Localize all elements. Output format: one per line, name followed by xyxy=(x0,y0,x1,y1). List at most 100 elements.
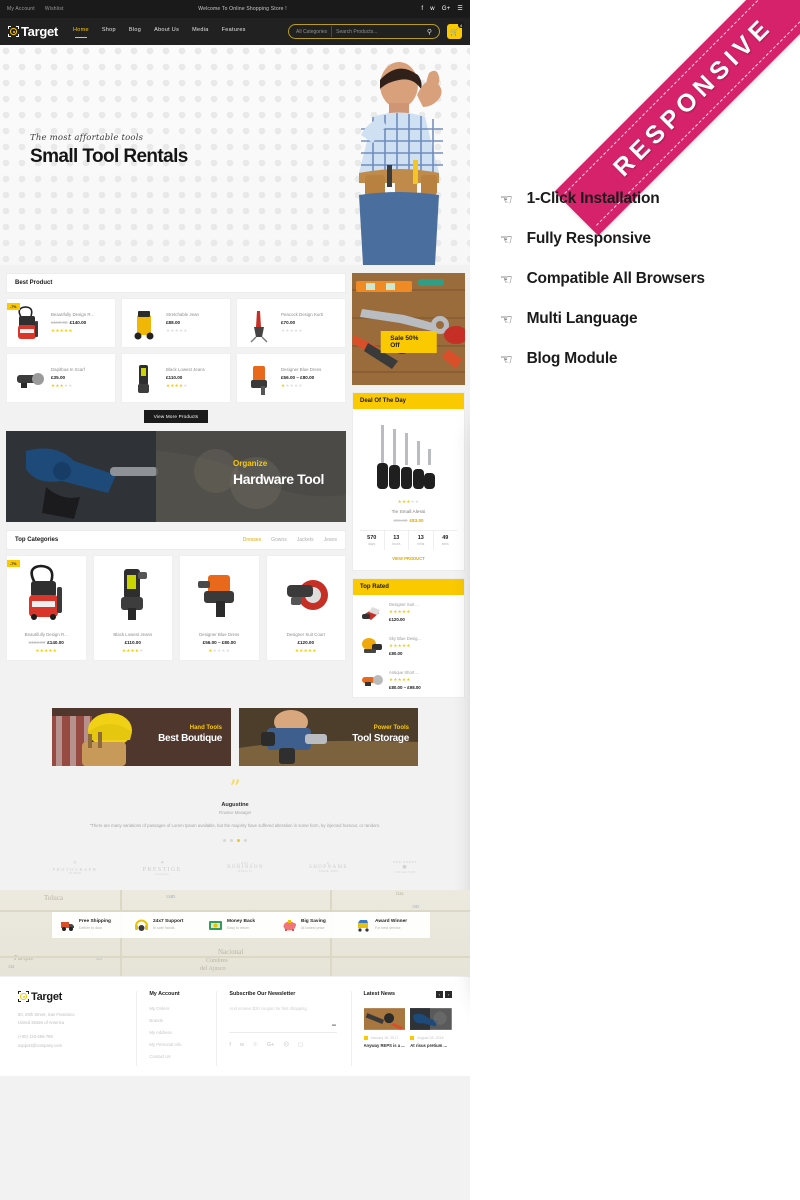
nav-item-blog[interactable]: Blog xyxy=(129,27,141,36)
product-name[interactable]: Antique Short ... xyxy=(389,670,457,675)
view-product-link[interactable]: VIEW PRODUCT xyxy=(360,556,457,561)
product-card[interactable]: -7% Beautifully Design R... £150.00 £140.… xyxy=(6,298,116,348)
discount-badge: -7% xyxy=(7,560,21,567)
news-title[interactable]: Anyway REPS is a ... xyxy=(364,1043,406,1048)
product-card[interactable]: Black Lowest Jeans £110.00 ★★★★★ xyxy=(121,353,231,403)
testimonial-pagination[interactable] xyxy=(60,838,410,842)
product-name[interactable]: Black Lowest Jeans xyxy=(166,367,226,372)
tab-gowns[interactable]: Gowns xyxy=(271,537,287,543)
news-title[interactable]: At risus pretium ... xyxy=(410,1043,452,1048)
product-card[interactable]: Dapitbua In Scarf £35.00 ★★★★★ xyxy=(6,353,116,403)
sale-banner[interactable]: Sale 50% Off xyxy=(352,273,465,385)
product-price: £80.00 xyxy=(389,651,403,656)
my-account-link[interactable]: My Account xyxy=(7,6,35,12)
product-name[interactable]: Designer Blue Dress xyxy=(281,367,341,372)
tab-jeans[interactable]: Jeans xyxy=(324,537,337,543)
rating-stars: ★★★★★ xyxy=(208,648,231,653)
brand-logo[interactable]: ⚛ PHOTOGRAPH STUDIO xyxy=(53,860,98,875)
nav-item-media[interactable]: Media xyxy=(192,27,208,36)
slider-dot[interactable] xyxy=(223,838,226,842)
top-rated-item[interactable]: Designer Suit ... ★★★★★ £120.00 xyxy=(353,595,464,629)
category-select[interactable]: All Categories xyxy=(296,29,327,35)
brand-logo[interactable]: ★ SHOPNAME SINCE 1984 xyxy=(309,862,348,873)
instagram-icon[interactable]: ▢ xyxy=(298,1042,303,1048)
countdown-mins: 13 mins xyxy=(409,531,434,550)
slider-dot[interactable] xyxy=(230,838,233,842)
product-name[interactable]: Dapitbua In Scarf xyxy=(51,367,111,372)
facebook-icon[interactable]: f xyxy=(229,1042,231,1048)
search-icon[interactable]: ⚲ xyxy=(427,28,432,36)
news-item[interactable]: January 16, 2017 Anyway REPS is a ... xyxy=(363,1006,406,1048)
product-name[interactable]: Black Lowest Jeans xyxy=(94,632,173,637)
product-price: £88.00 xyxy=(166,320,226,325)
google-plus-icon[interactable]: G+ xyxy=(267,1042,275,1048)
view-more-products-button[interactable]: View More Products xyxy=(143,410,209,423)
footer-link-brands[interactable]: Brands xyxy=(149,1018,202,1023)
brand-logo[interactable]: DESIGNERS ✺ COLLECTION xyxy=(393,861,417,874)
nav-item-shop[interactable]: Shop xyxy=(102,27,116,36)
pinterest-icon[interactable]: ☉ xyxy=(253,1042,258,1048)
product-name[interactable]: Peacock Design Kurti xyxy=(281,312,341,317)
search-input[interactable]: Search Products... xyxy=(336,29,423,35)
top-rated-item[interactable]: Sky Blue Desig... ★★★★★ £80.00 xyxy=(353,629,464,663)
current-price: £56.00 – £80.00 xyxy=(281,375,315,380)
hero-slider[interactable]: The most affortable tools Small Tool Ren… xyxy=(0,45,470,265)
product-card[interactable]: Peacock Design Kurti £70.00 ★★★★★ xyxy=(236,298,346,348)
slider-dot[interactable] xyxy=(244,838,247,842)
current-price: £140.00 xyxy=(47,640,64,645)
current-price: £70.00 xyxy=(281,320,296,325)
nav-item-home[interactable]: Home xyxy=(73,27,89,38)
nav-item-features[interactable]: Features xyxy=(222,27,246,36)
search-bar[interactable]: All Categories Search Products... ⚲ xyxy=(288,24,440,39)
brand-logo[interactable]: ✶ PRESTIGE boutique xyxy=(143,860,182,876)
product-name[interactable]: Stretchable Jean xyxy=(166,312,226,317)
footer-logo[interactable]: Target xyxy=(18,991,122,1003)
slider-dot-active[interactable] xyxy=(237,838,240,842)
product-card[interactable]: Stretchable Jean £88.00 ★★★★★ xyxy=(121,298,231,348)
paper-plane-icon[interactable]: ➦ xyxy=(331,1022,336,1029)
rating-stars: ★★★★★ xyxy=(389,677,411,682)
skype-icon[interactable]: ☹ xyxy=(283,1042,289,1048)
top-rated-item[interactable]: Antique Short ... ★★★★★ £80.00 – £98.00 xyxy=(353,663,464,697)
cart-button[interactable]: 🛒 4 xyxy=(447,22,464,39)
product-card[interactable]: Designer Blue Dress £56.00 – £80.00 ★★★★… xyxy=(236,353,346,403)
power-tools-banner[interactable]: Power Tools Tool Storage xyxy=(239,708,418,766)
product-name[interactable]: Beautifully Design R... xyxy=(51,312,111,317)
product-name[interactable]: Beautifully Design R... xyxy=(7,632,86,637)
site-logo[interactable]: Target xyxy=(8,24,58,39)
next-arrow-icon[interactable]: › xyxy=(445,990,452,998)
wishlist-link[interactable]: Wishlist xyxy=(45,6,64,12)
footer-link-contact-us[interactable]: Contact Us xyxy=(149,1054,202,1059)
google-plus-icon[interactable]: G+ xyxy=(442,6,451,12)
category-product-card[interactable]: Black Lowest Jeans £110.00 ★★★★★ xyxy=(92,555,173,661)
tab-dresses[interactable]: Dresses xyxy=(243,537,261,543)
nav-item-about-us[interactable]: About Us xyxy=(154,27,179,36)
news-item[interactable]: August 28, 2018 At risus pretium ... xyxy=(410,1006,453,1048)
category-product-card[interactable]: -7% Beautifully Design R... £150.00 £140… xyxy=(6,555,87,661)
tab-jackets[interactable]: Jackets xyxy=(297,537,314,543)
prev-arrow-icon[interactable]: ‹ xyxy=(436,990,443,998)
product-name[interactable]: Designer Suit ... xyxy=(389,602,457,607)
footer-link-my-address[interactable]: My Address xyxy=(149,1030,202,1035)
screwdrivers-image[interactable] xyxy=(360,417,457,495)
product-name[interactable]: Designer Blue Dress xyxy=(180,632,259,637)
footer-link-personal-info[interactable]: My Personal Info xyxy=(149,1042,202,1047)
product-name[interactable]: Designer Suit Court xyxy=(267,632,346,637)
category-product-card[interactable]: Designer Blue Dress £56.00 – £80.00 ★★★★… xyxy=(179,555,260,661)
rss-icon[interactable]: ☰ xyxy=(457,6,463,12)
feature-item: ☜ 1-Click Installation xyxy=(500,190,705,208)
hand-tools-banner[interactable]: Hand Tools Best Boutique xyxy=(52,708,231,766)
deal-product-name[interactable]: Tie Small Alessi xyxy=(360,510,457,515)
product-name[interactable]: Sky Blue Desig... xyxy=(389,636,457,641)
sale-label: Sale 50% Off xyxy=(380,331,437,354)
product-image-wrap xyxy=(267,556,346,628)
handyman-photo xyxy=(359,62,443,265)
category-product-card[interactable]: Designer Suit Court £120.00 ★★★★★ xyxy=(265,555,346,661)
twitter-icon[interactable]: w xyxy=(430,6,435,12)
twitter-icon[interactable]: w xyxy=(240,1042,244,1048)
footer-link-my-orders[interactable]: My Orders xyxy=(149,1006,202,1011)
hardware-tool-banner[interactable]: Organize Hardware Tool xyxy=(6,431,346,522)
facebook-icon[interactable]: f xyxy=(421,6,423,12)
brand-logo[interactable]: — EST — ROBINSON QUALITY xyxy=(227,862,264,873)
newsletter-input-row[interactable]: ➦ xyxy=(229,1020,337,1033)
